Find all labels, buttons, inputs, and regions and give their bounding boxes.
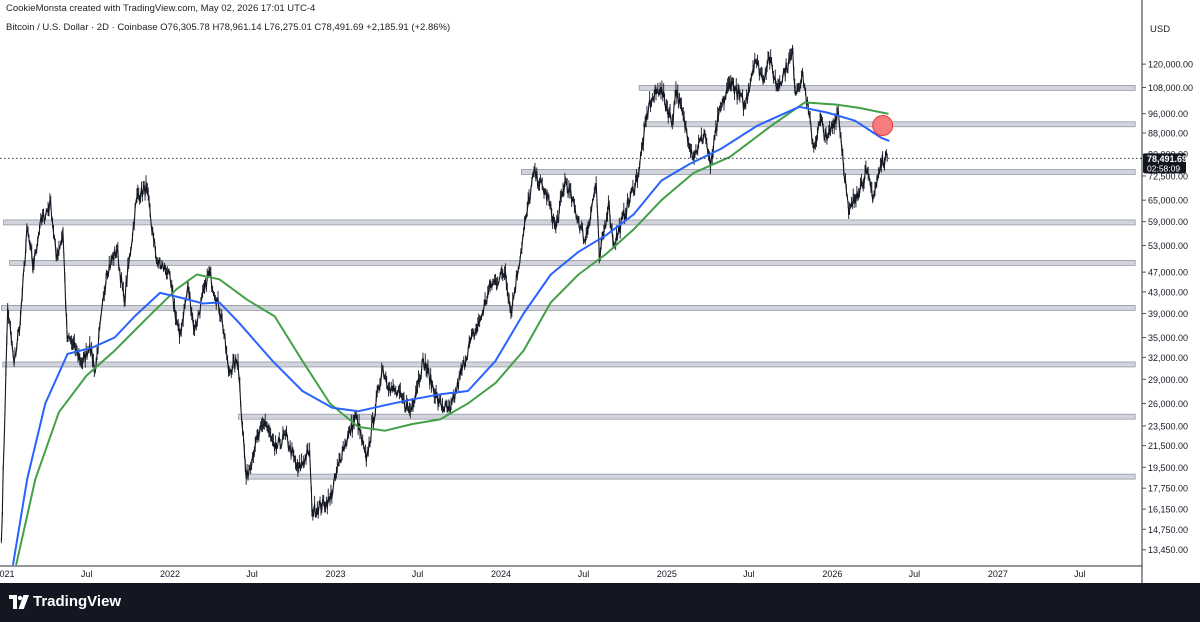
- tradingview-footer: TradingView: [0, 583, 1200, 622]
- x-tick-label: 2026: [822, 569, 842, 579]
- y-tick-label: 19,500.00: [1148, 463, 1188, 473]
- price-chart[interactable]: 120,000.00108,000.0096,000.0088,000.0080…: [0, 0, 1200, 583]
- y-tick-label: 23,500.00: [1148, 421, 1188, 431]
- x-tick-label: 2024: [491, 569, 511, 579]
- y-tick-label: 21,500.00: [1148, 441, 1188, 451]
- x-tick-label: Jul: [81, 569, 93, 579]
- y-tick-label: 14,750.00: [1148, 525, 1188, 535]
- y-tick-label: 26,000.00: [1148, 399, 1188, 409]
- y-tick-label: 43,000.00: [1148, 287, 1188, 297]
- y-tick-label: 16,150.00: [1148, 505, 1188, 515]
- y-tick-label: 88,000.00: [1148, 128, 1188, 138]
- support-resistance-level: [638, 85, 1136, 91]
- x-tick-label: Jul: [246, 569, 258, 579]
- x-tick-label: Jul: [909, 569, 921, 579]
- x-tick-label: 2022: [160, 569, 180, 579]
- y-tick-label: 35,000.00: [1148, 333, 1188, 343]
- y-tick-label: 120,000.00: [1148, 60, 1193, 70]
- x-tick-label: 2023: [325, 569, 345, 579]
- y-tick-label: 17,750.00: [1148, 484, 1188, 494]
- y-tick-label: 65,000.00: [1148, 196, 1188, 206]
- y-tick-label: 59,000.00: [1148, 217, 1188, 227]
- x-tick-label: Jul: [1074, 569, 1086, 579]
- x-tick-label: Jul: [743, 569, 755, 579]
- x-tick-label: 2027: [988, 569, 1008, 579]
- support-resistance-level: [1, 305, 1136, 311]
- y-tick-label: 39,000.00: [1148, 309, 1188, 319]
- tradingview-logo-icon: [9, 595, 29, 609]
- chart-credit: CookieMonsta created with TradingView.co…: [6, 3, 316, 14]
- y-tick-label: 108,000.00: [1148, 83, 1193, 93]
- y-tick-label: 32,000.00: [1148, 353, 1188, 363]
- support-resistance-level: [3, 219, 1136, 226]
- tradingview-wordmark: TradingView: [33, 593, 122, 610]
- moving-average-blue: [12, 105, 890, 566]
- currency-label: USD: [1150, 24, 1171, 35]
- y-tick-label: 53,000.00: [1148, 241, 1188, 251]
- support-resistance-level: [2, 361, 1136, 368]
- x-tick-label: 2021: [0, 569, 15, 579]
- last-price-label: 78,491.69: [1147, 154, 1187, 164]
- y-tick-label: 96,000.00: [1148, 109, 1188, 119]
- y-tick-label: 13,450.00: [1148, 545, 1188, 555]
- symbol-info: Bitcoin / U.S. Dollar · 2D · Coinbase O7…: [6, 22, 451, 33]
- x-tick-label: Jul: [412, 569, 424, 579]
- x-tick-label: 2025: [657, 569, 677, 579]
- y-tick-label: 29,000.00: [1148, 375, 1188, 385]
- x-tick-label: Jul: [578, 569, 590, 579]
- highlight-marker: [872, 115, 894, 137]
- marker-layer: [872, 115, 894, 137]
- support-resistance-level: [9, 260, 1136, 266]
- bar-countdown: 02:58:09: [1147, 163, 1180, 173]
- price-series: [0, 44, 888, 544]
- chart-frame: 120,000.00108,000.0096,000.0088,000.0080…: [0, 0, 1200, 622]
- support-resistance-level: [246, 473, 1136, 480]
- support-resistance-level: [521, 169, 1136, 175]
- y-tick-label: 47,000.00: [1148, 268, 1188, 278]
